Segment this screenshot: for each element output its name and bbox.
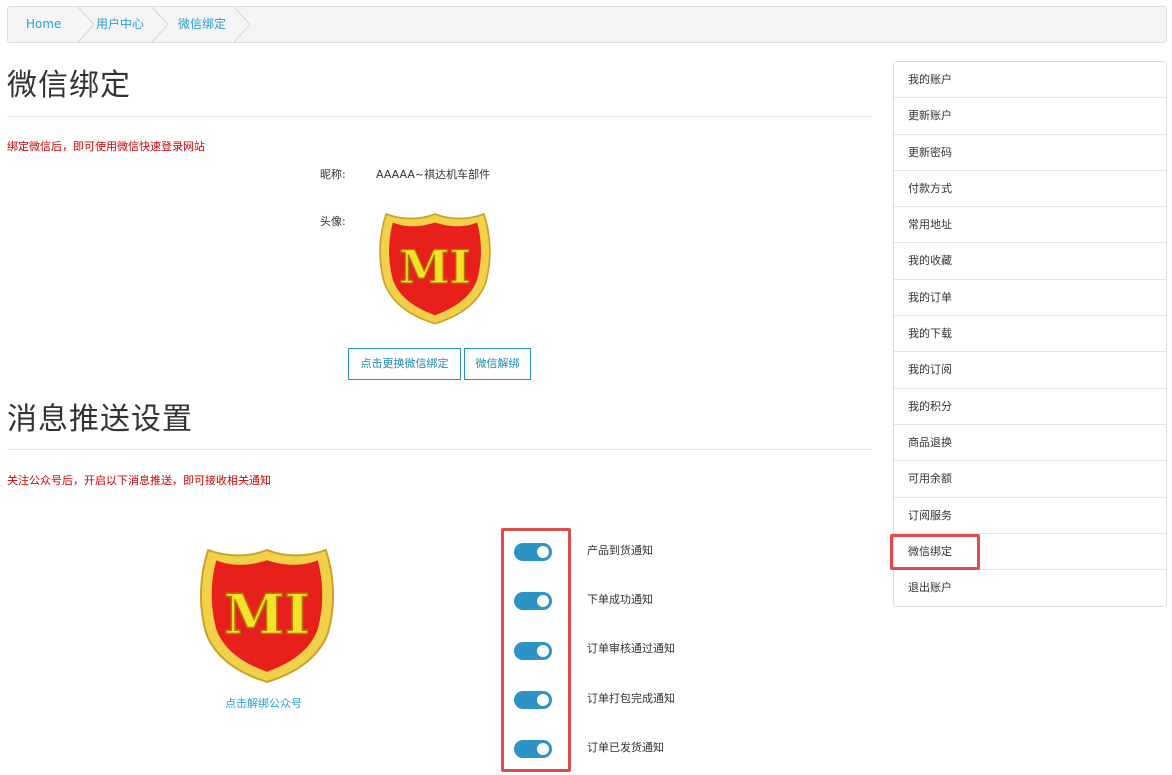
sidebar-item-wechat-binding[interactable]: 微信绑定: [894, 534, 1166, 571]
sidebar-item-points[interactable]: 我的积分: [894, 389, 1166, 425]
breadcrumb-separator-icon: [234, 7, 250, 42]
push-settings-title: 消息推送设置: [7, 402, 193, 437]
toggle-label-product-arrival: 产品到货通知: [587, 544, 653, 557]
account-sidebar: 我的账户 更新账户 更新密码 付款方式 常用地址 我的收藏 我的订单 我的下载 …: [893, 61, 1167, 608]
sidebar-item-returns[interactable]: 商品退换: [894, 425, 1166, 462]
sidebar-item-favorites[interactable]: 我的收藏: [894, 243, 1166, 280]
sidebar-item-downloads[interactable]: 我的下载: [894, 316, 1166, 353]
divider: [7, 449, 872, 450]
toggle-knob: [537, 694, 549, 706]
unbind-official-account-link[interactable]: 点击解绑公众号: [225, 695, 302, 711]
toggle-knob: [537, 743, 549, 755]
sidebar-item-update-password[interactable]: 更新密码: [894, 135, 1166, 171]
binding-note: 绑定微信后，即可使用微信快速登录网站: [7, 140, 205, 153]
divider: [7, 116, 872, 117]
toggle-order-success[interactable]: [514, 592, 552, 610]
official-account-logo: MI: [200, 548, 334, 684]
breadcrumb-separator-icon: [78, 7, 94, 42]
toggle-label-order-shipped: 订单已发货通知: [587, 741, 664, 754]
nickname-label: 昵称:: [320, 168, 346, 181]
push-note: 关注公众号后，开启以下消息推送，即可接收相关通知: [7, 474, 271, 487]
sidebar-item-addresses[interactable]: 常用地址: [894, 207, 1166, 244]
breadcrumb-wechat-binding[interactable]: 微信绑定: [178, 7, 226, 42]
breadcrumb-home[interactable]: Home: [26, 7, 61, 42]
toggle-product-arrival[interactable]: [514, 543, 552, 561]
unbind-wechat-button[interactable]: 微信解绑: [464, 348, 531, 380]
toggle-order-packed[interactable]: [514, 691, 552, 709]
breadcrumb: Home 用户中心 微信绑定: [7, 6, 1167, 43]
sidebar-item-subscriptions[interactable]: 我的订阅: [894, 352, 1166, 389]
sidebar-item-logout[interactable]: 退出账户: [894, 570, 1166, 606]
toggle-knob: [537, 546, 549, 558]
sidebar-item-payment-methods[interactable]: 付款方式: [894, 171, 1166, 208]
toggle-order-shipped[interactable]: [514, 740, 552, 758]
toggle-order-approved[interactable]: [514, 642, 552, 660]
toggle-knob: [537, 595, 549, 607]
sidebar-item-subscription-service[interactable]: 订阅服务: [894, 498, 1166, 534]
avatar: MI: [379, 212, 491, 325]
toggle-label-order-packed: 订单打包完成通知: [587, 692, 675, 705]
logo-text: MI: [399, 240, 471, 294]
page-title: 微信绑定: [7, 68, 131, 103]
toggle-label-order-success: 下单成功通知: [587, 593, 653, 606]
logo-text: MI: [224, 582, 310, 646]
change-binding-button[interactable]: 点击更换微信绑定: [348, 348, 461, 380]
toggle-label-order-approved: 订单审核通过通知: [587, 642, 675, 655]
sidebar-item-update-account[interactable]: 更新账户: [894, 98, 1166, 135]
breadcrumb-separator-icon: [152, 7, 168, 42]
nickname-value: AAAAA~祺达机车部件: [376, 168, 491, 181]
sidebar-item-my-account[interactable]: 我的账户: [894, 62, 1166, 99]
sidebar-item-balance[interactable]: 可用余额: [894, 461, 1166, 498]
toggle-knob: [537, 645, 549, 657]
breadcrumb-user-center[interactable]: 用户中心: [96, 7, 144, 42]
sidebar-item-orders[interactable]: 我的订单: [894, 280, 1166, 317]
avatar-label: 头像:: [320, 215, 346, 228]
